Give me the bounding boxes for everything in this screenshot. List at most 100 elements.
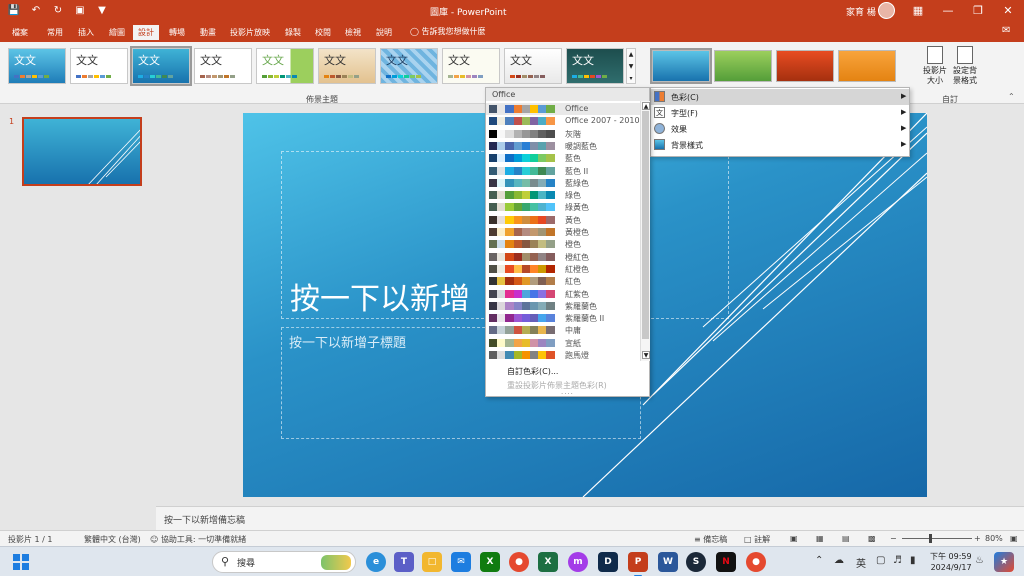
theme-thumb[interactable]: 文文 xyxy=(504,48,562,84)
menu-item-effects[interactable]: 效果 ▶ xyxy=(651,121,909,137)
theme-thumb[interactable]: 文文 xyxy=(380,48,438,84)
slide-thumbnail[interactable] xyxy=(22,117,142,186)
color-scheme-item[interactable]: 藍色 xyxy=(486,152,640,164)
xbox-icon[interactable]: X xyxy=(480,552,500,572)
tab-design[interactable]: 設計 xyxy=(133,25,159,42)
cloud-icon[interactable]: ☁ xyxy=(834,555,844,566)
scroll-up-icon[interactable]: ▲ xyxy=(642,102,650,110)
file-explorer-icon[interactable]: □ xyxy=(422,552,442,572)
color-scheme-item[interactable]: 黃色 xyxy=(486,214,640,226)
taskbar-search[interactable]: ⚲ 搜尋 xyxy=(212,551,356,573)
present-icon[interactable]: ▣ xyxy=(72,3,88,19)
color-scheme-item[interactable]: 宣紙 xyxy=(486,337,640,349)
tab-review[interactable]: 校閱 xyxy=(311,25,335,42)
color-scheme-item[interactable]: 黃橙色 xyxy=(486,226,640,238)
variant-orange[interactable] xyxy=(838,50,896,82)
share-icon[interactable]: ✉ xyxy=(1002,25,1010,36)
taskbar-clock[interactable]: 下午 09:59 2024/9/17 xyxy=(930,551,972,573)
scrollbar-thumb[interactable] xyxy=(642,111,649,339)
color-scheme-item[interactable]: Office 2007 - 2010 xyxy=(486,115,640,127)
theme-thumb[interactable]: 文文 xyxy=(442,48,500,84)
tab-slideshow[interactable]: 投影片放映 xyxy=(227,25,273,42)
display-icon[interactable]: ▢ xyxy=(876,555,885,566)
tab-animations[interactable]: 動畫 xyxy=(196,25,220,42)
mail-icon[interactable]: ✉ xyxy=(451,552,471,572)
tab-transitions[interactable]: 轉場 xyxy=(165,25,189,42)
steam-icon[interactable]: S xyxy=(686,552,706,572)
slide-size-button[interactable]: 投影片大小 xyxy=(922,46,948,86)
fit-slide-icon[interactable]: ▣ xyxy=(1010,534,1018,543)
color-scheme-item[interactable]: 綠黃色 xyxy=(486,201,640,213)
variant-red[interactable] xyxy=(776,50,834,82)
color-scheme-item[interactable]: 藍綠色 xyxy=(486,177,640,189)
normal-view-icon[interactable]: ▣ xyxy=(790,534,798,543)
zoom-out-icon[interactable]: − xyxy=(890,534,897,543)
ribbon-display-icon[interactable]: ▦ xyxy=(908,2,928,20)
custom-colors-item[interactable]: 自訂色彩(C)... xyxy=(507,366,558,377)
variant-blue[interactable] xyxy=(650,48,712,84)
tab-file[interactable]: 檔案 xyxy=(8,25,32,42)
copilot-icon[interactable]: ★ xyxy=(994,552,1014,572)
theme-thumb[interactable]: 文文 xyxy=(194,48,252,84)
save-icon[interactable]: 💾 xyxy=(6,3,22,19)
notification-bell-icon[interactable]: ♨ xyxy=(975,555,984,566)
tab-home[interactable]: 常用 xyxy=(43,25,67,42)
color-scheme-item[interactable]: 紫羅蘭色 xyxy=(486,300,640,312)
accessibility-status[interactable]: ☺ 協助工具: 一切準備就緒 xyxy=(150,534,246,545)
language-status[interactable]: 繁體中文 (台灣) xyxy=(84,534,141,545)
word-icon[interactable]: W xyxy=(658,552,678,572)
color-scheme-item[interactable]: 紅橙色 xyxy=(486,263,640,275)
color-menu-scrollbar[interactable]: ▲ ▼ xyxy=(640,101,650,361)
user-name[interactable]: 家育 楊 xyxy=(846,5,876,18)
battery-icon[interactable]: ▮ xyxy=(910,555,916,566)
color-scheme-item[interactable]: 暖調藍色 xyxy=(486,140,640,152)
tab-view[interactable]: 檢視 xyxy=(341,25,365,42)
disney-icon[interactable]: D xyxy=(598,552,618,572)
netflix-icon[interactable]: N xyxy=(716,552,736,572)
collapse-ribbon-icon[interactable]: ⌃ xyxy=(1008,92,1015,101)
qat-more-icon[interactable]: ▼ xyxy=(94,3,110,19)
theme-gallery-scroll[interactable]: ▲ ▼ ▾ xyxy=(626,48,636,84)
notes-pane[interactable]: 按一下以新增備忘稿 xyxy=(156,506,1024,530)
powerpoint-icon[interactable]: P xyxy=(628,552,648,576)
redo-icon[interactable]: ↻ xyxy=(50,3,66,19)
close-icon[interactable]: ✕ xyxy=(998,2,1018,20)
color-scheme-item[interactable]: 綠色 xyxy=(486,189,640,201)
zoom-slider[interactable] xyxy=(902,538,972,539)
restore-icon[interactable]: ❐ xyxy=(968,2,988,20)
scroll-down-icon[interactable]: ▼ xyxy=(642,351,650,359)
resize-grip-icon[interactable]: ···· xyxy=(561,390,574,398)
color-scheme-item[interactable]: 紫羅蘭色 II xyxy=(486,312,640,324)
volume-icon[interactable]: ♬ xyxy=(893,555,902,566)
windows-start-icon[interactable] xyxy=(13,554,29,570)
zoom-level[interactable]: 80% xyxy=(985,534,1003,543)
notes-toggle[interactable]: ≡ 備忘稿 xyxy=(694,534,727,545)
tab-draw[interactable]: 繪圖 xyxy=(105,25,129,42)
color-scheme-item[interactable]: Office xyxy=(486,103,640,116)
tab-record[interactable]: 錄製 xyxy=(281,25,305,42)
teams-icon[interactable]: T xyxy=(394,552,414,572)
tab-help[interactable]: 說明 xyxy=(372,25,396,42)
theme-thumb[interactable]: 文文 xyxy=(8,48,66,84)
menu-item-fonts[interactable]: 文 字型(F) ▶ xyxy=(651,105,909,121)
variant-green[interactable] xyxy=(714,50,772,82)
theme-thumb-selected[interactable]: 文文 xyxy=(130,46,192,86)
chrome-2-icon[interactable]: ● xyxy=(746,552,766,572)
color-scheme-item[interactable]: 跑馬燈 xyxy=(486,349,640,361)
menu-item-colors[interactable]: 色彩(C) ▶ xyxy=(651,89,909,105)
sorter-view-icon[interactable]: ▦ xyxy=(816,534,824,543)
color-scheme-item[interactable]: 中庸 xyxy=(486,324,640,336)
theme-thumb[interactable]: 文文 xyxy=(318,48,376,84)
theme-thumb[interactable]: 文文 xyxy=(256,48,314,84)
ime-indicator[interactable]: 英 xyxy=(856,555,866,570)
zoom-slider-thumb[interactable] xyxy=(929,534,932,543)
avatar[interactable] xyxy=(878,2,895,19)
format-background-button[interactable]: 設定背景格式 xyxy=(952,46,978,86)
chrome-icon[interactable]: ● xyxy=(509,552,529,572)
theme-thumb[interactable]: 文文 xyxy=(70,48,128,84)
slideshow-view-icon[interactable]: ▩ xyxy=(868,534,876,543)
theme-thumb[interactable]: 文文 xyxy=(566,48,624,84)
tray-overflow-icon[interactable]: ⌃ xyxy=(815,555,823,566)
color-scheme-item[interactable]: 橙紅色 xyxy=(486,251,640,263)
edge-icon[interactable]: e xyxy=(366,552,386,572)
